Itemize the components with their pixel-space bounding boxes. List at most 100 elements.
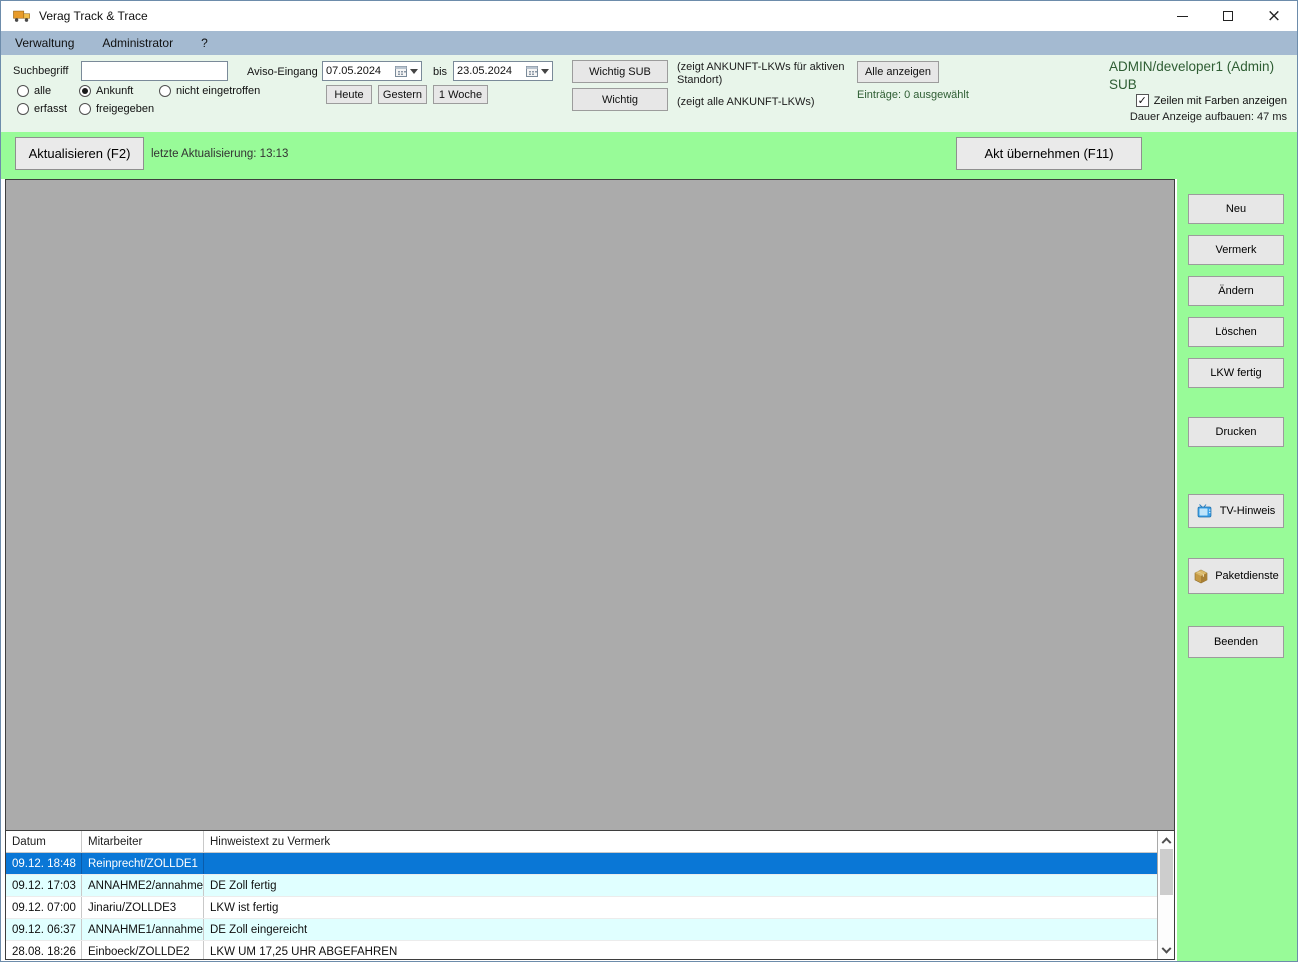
- cell-hinweistext: [204, 853, 1157, 874]
- table-row[interactable]: 09.12. 06:37 ANNAHME1/annahme1 DE Zoll e…: [6, 919, 1157, 941]
- radio-freigegeben[interactable]: freigegeben: [79, 103, 154, 115]
- cell-hinweistext: LKW UM 17,25 UHR ABGEFAHREN: [210, 945, 398, 958]
- radio-circle-icon: [79, 103, 91, 115]
- main-content-area: Datum Mitarbeiter Hinweistext zu Vermerk…: [5, 179, 1175, 960]
- aendern-button[interactable]: Ändern: [1188, 276, 1284, 306]
- vermerk-button[interactable]: Vermerk: [1188, 235, 1284, 265]
- date-to-input[interactable]: 23.05.2024: [453, 61, 553, 81]
- menu-verwaltung[interactable]: Verwaltung: [1, 31, 88, 55]
- menu-administrator[interactable]: Administrator: [88, 31, 187, 55]
- cell-mitarbeiter: Einboeck/ZOLLDE2: [82, 941, 204, 959]
- rows-color-checkbox-label: Zeilen mit Farben anzeigen: [1153, 94, 1287, 107]
- radio-freigegeben-label: freigegeben: [96, 103, 155, 115]
- cell-datum: 28.08. 18:26: [6, 941, 82, 959]
- sidebar: Neu Vermerk Ändern Löschen LKW fertig Dr…: [1177, 179, 1297, 961]
- aktualisieren-button[interactable]: Aktualisieren (F2): [15, 137, 144, 170]
- scrollbar-thumb[interactable]: [1159, 849, 1173, 895]
- truck-icon: [13, 9, 31, 23]
- radio-ankunft-label: Ankunft: [96, 85, 134, 97]
- gestern-button[interactable]: Gestern: [378, 85, 427, 104]
- table-row[interactable]: 09.12. 07:00 Jinariu/ZOLLDE3 LKW ist fer…: [6, 897, 1157, 919]
- cell-mitarbeiter: Reinprecht/ZOLLDE1: [82, 853, 204, 874]
- radio-alle[interactable]: alle: [17, 85, 79, 97]
- tv-icon: [1197, 503, 1214, 519]
- column-header-datum[interactable]: Datum: [6, 831, 82, 852]
- tv-hinweis-label: TV-Hinweis: [1219, 505, 1276, 517]
- title-bar: Verag Track & Trace ×: [1, 1, 1297, 31]
- radio-circle-icon: [159, 85, 171, 97]
- minimize-icon[interactable]: [1159, 1, 1205, 31]
- table-row[interactable]: 09.12. 18:48 Reinprecht/ZOLLDE1: [6, 853, 1157, 875]
- cell-mitarbeiter: ANNAHME1/annahme1: [82, 919, 204, 940]
- cell-hinweistext: DE Zoll eingereicht: [210, 923, 308, 936]
- cell-hinweistext: LKW ist fertig: [210, 901, 279, 914]
- close-icon[interactable]: ×: [1251, 1, 1297, 31]
- user-info-line2: SUB: [1109, 77, 1137, 92]
- column-header-mitarbeiter[interactable]: Mitarbeiter: [82, 831, 204, 852]
- drucken-button[interactable]: Drucken: [1188, 417, 1284, 447]
- lkw-list-area: [6, 180, 1174, 830]
- radio-ankunft[interactable]: Ankunft: [79, 85, 159, 97]
- loeschen-button[interactable]: Löschen: [1188, 317, 1284, 347]
- table-header-row: Datum Mitarbeiter Hinweistext zu Vermerk: [6, 831, 1157, 853]
- maximize-icon[interactable]: [1205, 1, 1251, 31]
- search-input[interactable]: [81, 61, 228, 81]
- radio-circle-checked-icon: [79, 85, 91, 97]
- last-refresh-text: letzte Aktualisierung: 13:13: [151, 148, 289, 160]
- cell-hinweistext: DE Zoll fertig: [210, 879, 277, 892]
- wichtig-sub-hint: (zeigt ANKUNFT-LKWs für aktiven Standort…: [677, 61, 845, 86]
- search-label: Suchbegriff: [13, 65, 69, 77]
- dropdown-arrow-icon[interactable]: [541, 68, 549, 74]
- scroll-up-icon[interactable]: [1158, 831, 1174, 847]
- bis-label: bis: [433, 66, 448, 78]
- neu-button[interactable]: Neu: [1188, 194, 1284, 224]
- wichtig-button[interactable]: Wichtig: [572, 88, 668, 111]
- date-to-value: 23.05.2024: [457, 65, 513, 77]
- beenden-button[interactable]: Beenden: [1188, 626, 1284, 658]
- duration-text: Dauer Anzeige aufbauen: 47 ms: [1129, 111, 1287, 123]
- dropdown-arrow-icon[interactable]: [410, 68, 418, 74]
- radio-nicht-eingetroffen[interactable]: nicht eingetroffen: [159, 85, 260, 97]
- radio-alle-label: alle: [34, 85, 52, 97]
- radio-erfasst[interactable]: erfasst: [17, 103, 79, 115]
- column-header-hinweistext[interactable]: Hinweistext zu Vermerk: [204, 831, 1157, 852]
- calendar-icon: [395, 65, 407, 77]
- paketdienste-label: Paketdienste: [1215, 570, 1279, 582]
- application-window: Verag Track & Trace × Verwaltung Adminis…: [0, 0, 1298, 962]
- radio-erfasst-label: erfasst: [34, 103, 68, 115]
- paketdienste-button[interactable]: Paketdienste: [1188, 558, 1284, 594]
- scroll-down-icon[interactable]: [1158, 943, 1174, 959]
- cell-mitarbeiter: ANNAHME2/annahme2: [82, 875, 204, 896]
- rows-color-checkbox[interactable]: ✓ Zeilen mit Farben anzeigen: [1135, 94, 1287, 107]
- eine-woche-button[interactable]: 1 Woche: [433, 85, 488, 104]
- menu-help[interactable]: ?: [187, 31, 222, 55]
- date-from-value: 07.05.2024: [326, 65, 382, 77]
- akt-uebernehmen-button[interactable]: Akt übernehmen (F11): [956, 137, 1142, 170]
- action-bar: Aktualisieren (F2) letzte Aktualisierung…: [1, 132, 1297, 179]
- date-from-input[interactable]: 07.05.2024: [322, 61, 422, 81]
- tv-hinweis-button[interactable]: TV-Hinweis: [1188, 494, 1284, 528]
- vermerk-table: Datum Mitarbeiter Hinweistext zu Vermerk…: [6, 830, 1174, 959]
- alle-anzeigen-button[interactable]: Alle anzeigen: [857, 61, 939, 83]
- cell-datum: 09.12. 18:48: [6, 853, 82, 874]
- radio-circle-icon: [17, 85, 29, 97]
- cell-mitarbeiter: Jinariu/ZOLLDE3: [82, 897, 204, 918]
- radio-circle-icon: [17, 103, 29, 115]
- filter-panel: Suchbegriff alle Ankunft nicht eingetrof…: [1, 55, 1297, 132]
- wichtig-hint: (zeigt alle ANKUNFT-LKWs): [677, 96, 815, 108]
- cell-datum: 09.12. 06:37: [6, 919, 82, 940]
- menu-bar: Verwaltung Administrator ?: [1, 31, 1297, 55]
- cell-datum: 09.12. 17:03: [6, 875, 82, 896]
- heute-button[interactable]: Heute: [326, 85, 372, 104]
- table-row[interactable]: 28.08. 18:26 Einboeck/ZOLLDE2 LKW UM 17,…: [6, 941, 1157, 959]
- table-scrollbar[interactable]: [1157, 831, 1174, 959]
- calendar-icon: [526, 65, 538, 77]
- cell-datum: 09.12. 07:00: [6, 897, 82, 918]
- user-info-line1: ADMIN/developer1 (Admin): [1109, 59, 1275, 74]
- radio-nicht-eingetroffen-label: nicht eingetroffen: [176, 85, 261, 97]
- table-row[interactable]: 09.12. 17:03 ANNAHME2/annahme2 DE Zoll f…: [6, 875, 1157, 897]
- wichtig-sub-button[interactable]: Wichtig SUB: [572, 60, 668, 83]
- entries-status: Einträge: 0 ausgewählt: [857, 89, 969, 101]
- lkw-fertig-button[interactable]: LKW fertig: [1188, 358, 1284, 388]
- checkbox-checked-icon: ✓: [1135, 94, 1149, 107]
